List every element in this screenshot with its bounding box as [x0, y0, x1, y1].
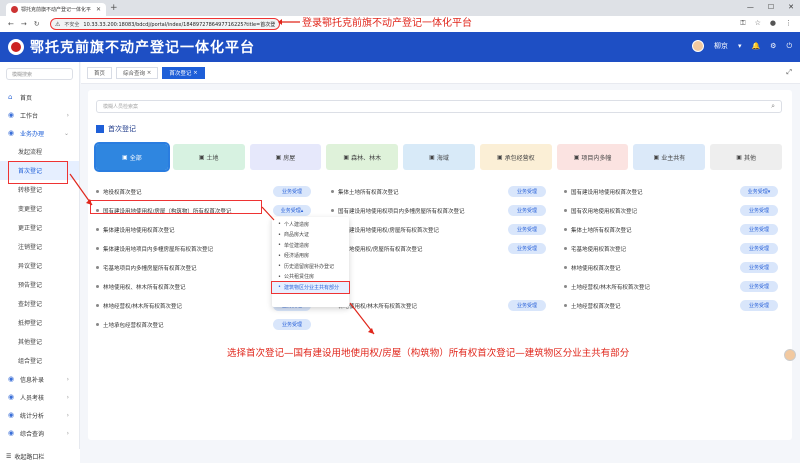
- arrow-option: [349, 302, 375, 335]
- arrow-row: [261, 206, 275, 221]
- annotation-bottom: 选择首次登记—国有建设用地使用权/房屋（构筑物）所有权首次登记—建筑物区分业主共…: [227, 348, 630, 359]
- arrowhead-option: [368, 328, 374, 334]
- assistant-avatar-icon[interactable]: [784, 349, 796, 361]
- arrowhead-top: [278, 19, 282, 25]
- annotation-arrows: [69, 19, 375, 335]
